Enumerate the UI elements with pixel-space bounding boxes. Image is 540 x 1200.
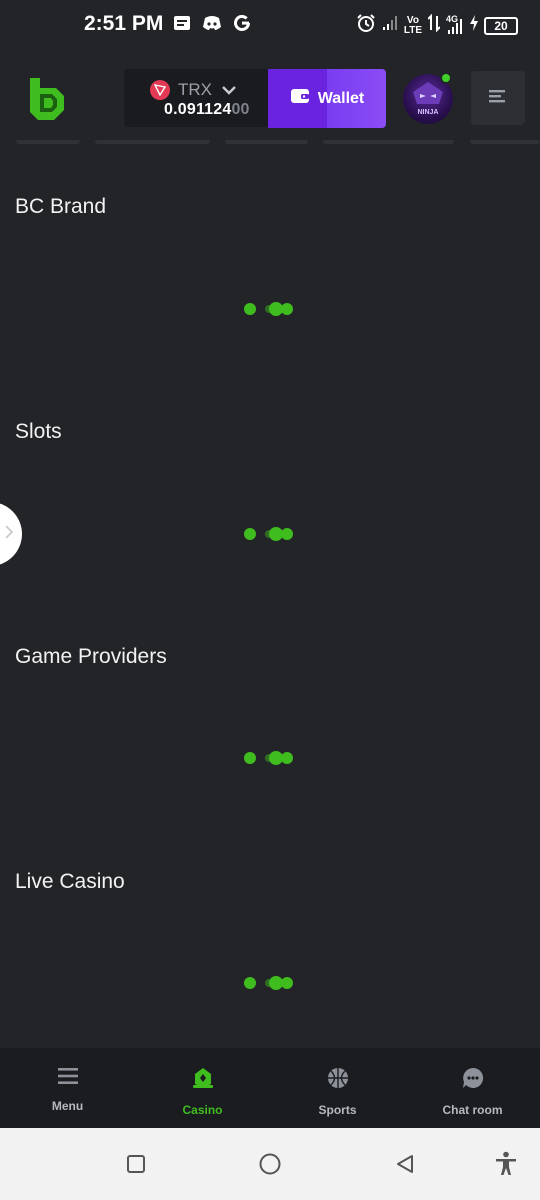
balance-dim-digits: 00 bbox=[231, 101, 250, 118]
nav-label-chat-room: Chat room bbox=[442, 1103, 503, 1117]
nav-label-casino: Casino bbox=[182, 1103, 223, 1117]
wallet-button[interactable]: Wallet bbox=[268, 69, 386, 128]
basketball-icon bbox=[326, 1066, 350, 1095]
nav-label-menu: Menu bbox=[51, 1099, 84, 1113]
volte-label: Vo LTE bbox=[403, 14, 422, 36]
category-tabs-strip bbox=[0, 140, 540, 146]
nav-item-sports[interactable]: Sports bbox=[270, 1048, 405, 1128]
android-navigation-bar bbox=[0, 1128, 540, 1200]
nav-item-casino[interactable]: Casino bbox=[135, 1048, 270, 1128]
currency-selector[interactable]: TRX 0.09112400 bbox=[124, 69, 270, 127]
list-menu-icon bbox=[488, 88, 508, 109]
nav-item-menu[interactable]: Menu bbox=[0, 1048, 135, 1128]
chat-icon bbox=[461, 1066, 485, 1095]
network-type-label: 4G bbox=[446, 13, 459, 24]
wallet-label: Wallet bbox=[317, 89, 365, 107]
header-menu-button[interactable] bbox=[471, 71, 525, 125]
trx-icon bbox=[150, 80, 170, 100]
alarm-icon bbox=[356, 13, 376, 38]
system-status-icons: Vo LTE 4G 20 bbox=[356, 13, 518, 38]
back-button[interactable] bbox=[393, 1152, 417, 1176]
nav-label-sports: Sports bbox=[318, 1103, 357, 1117]
balance-value: 0.09112400 bbox=[164, 101, 250, 119]
casino-icon bbox=[191, 1066, 215, 1095]
charging-icon bbox=[470, 15, 478, 36]
currency-label: TRX bbox=[178, 80, 212, 99]
balance-main: 0.091124 bbox=[164, 101, 232, 118]
loading-indicator bbox=[244, 527, 294, 541]
section-title-live-casino: Live Casino bbox=[15, 870, 125, 893]
section-title-slots: Slots bbox=[15, 420, 62, 443]
status-time: 2:51 PM bbox=[84, 12, 164, 35]
section-title-bc-brand: BC Brand bbox=[15, 195, 107, 218]
notification-icons bbox=[172, 13, 252, 33]
recent-apps-button[interactable] bbox=[124, 1152, 148, 1176]
discord-icon bbox=[202, 13, 222, 33]
google-icon bbox=[232, 13, 252, 33]
home-button[interactable] bbox=[258, 1152, 282, 1176]
app-header: TRX 0.09112400 Wallet NINJA bbox=[0, 48, 540, 140]
loading-indicator bbox=[244, 976, 294, 990]
section-title-game-providers: Game Providers bbox=[15, 645, 167, 668]
status-bar: 2:51 PM Vo LTE 4G 20 bbox=[0, 0, 540, 48]
wallet-icon bbox=[290, 87, 310, 110]
battery-indicator: 20 bbox=[484, 16, 518, 35]
chevron-down-icon bbox=[222, 82, 236, 100]
message-icon bbox=[172, 13, 192, 33]
avatar-text: NINJA bbox=[417, 109, 438, 116]
online-status-dot bbox=[440, 72, 452, 84]
loading-indicator bbox=[244, 751, 294, 765]
accessibility-icon[interactable] bbox=[494, 1151, 518, 1176]
data-arrows-icon bbox=[427, 13, 441, 37]
menu-icon bbox=[57, 1066, 79, 1091]
bottom-navigation: Menu Casino Sports Chat room bbox=[0, 1048, 540, 1128]
bc-logo-icon[interactable] bbox=[26, 76, 66, 122]
side-drawer-handle[interactable] bbox=[0, 502, 22, 566]
loading-indicator bbox=[244, 302, 294, 316]
chevron-right-icon bbox=[4, 524, 14, 545]
network-4g: 4G bbox=[446, 13, 464, 35]
signal-icon bbox=[382, 15, 398, 36]
nav-item-chat-room[interactable]: Chat room bbox=[405, 1048, 540, 1128]
